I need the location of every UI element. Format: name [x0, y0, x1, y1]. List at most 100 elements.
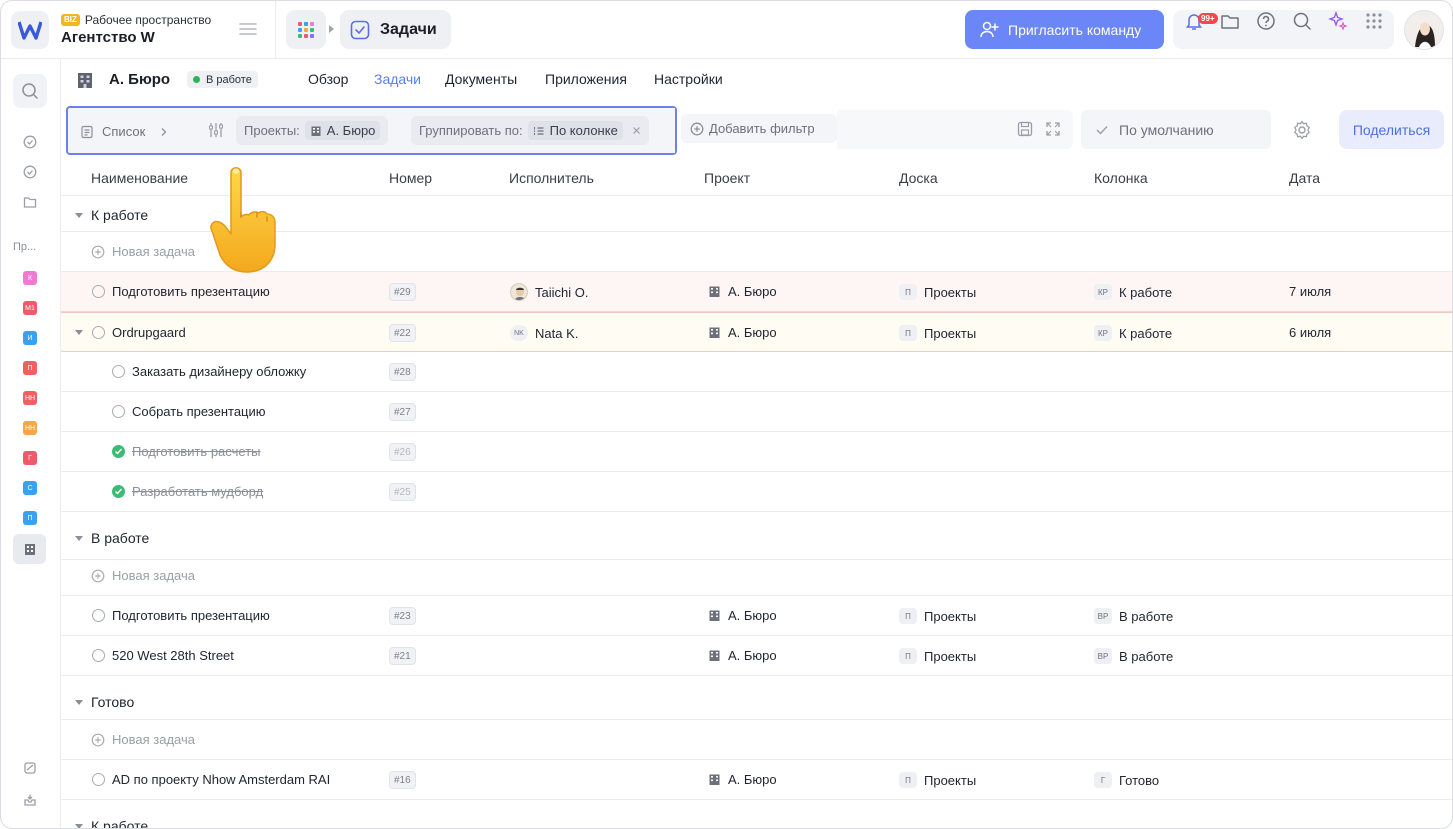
table-row[interactable]: Подготовить презентацию #29 Taiichi O. А…	[61, 272, 1452, 312]
chevron-down-icon[interactable]	[75, 535, 83, 541]
task-name[interactable]: 520 West 28th Street	[112, 648, 234, 663]
board-cell[interactable]: П Проекты	[899, 648, 976, 664]
date-cell[interactable]: 7 июля	[1289, 284, 1331, 299]
projects-filter-chip[interactable]: Проекты: А. Бюро	[236, 116, 389, 145]
table-row[interactable]: 520 West 28th Street #21 А. Бюро П Проек…	[61, 636, 1452, 676]
rail-search-button[interactable]	[13, 74, 47, 108]
project-cell[interactable]: А. Бюро	[708, 325, 777, 340]
table-row[interactable]: Ordrupgaard #22 NK Nata K. А. Бюро П Про…	[61, 312, 1452, 352]
archive-icon[interactable]	[23, 761, 37, 775]
group-header[interactable]: Готово	[61, 676, 1452, 720]
board-cell[interactable]: П Проекты	[899, 284, 976, 300]
date-cell[interactable]: 6 июля	[1289, 325, 1331, 340]
task-name[interactable]: Подготовить презентацию	[112, 284, 270, 299]
gear-icon[interactable]	[1292, 120, 1312, 140]
project-cell[interactable]: А. Бюро	[708, 772, 777, 787]
menu-icon[interactable]	[238, 21, 258, 37]
task-name[interactable]: Подготовить расчеты	[132, 444, 261, 459]
column-cell[interactable]: КР К работе	[1094, 284, 1172, 300]
task-name[interactable]: AD по проекту Nhow Amsterdam RAI	[112, 772, 330, 787]
table-row[interactable]: Подготовить презентацию #23 А. Бюро П Пр…	[61, 596, 1452, 636]
column-header-assignee[interactable]: Исполнитель	[509, 170, 594, 186]
table-row-subtask[interactable]: Подготовить расчеты #26	[61, 432, 1452, 472]
assignee-cell[interactable]: Taiichi O.	[510, 283, 588, 301]
task-status-toggle[interactable]	[112, 365, 125, 378]
workspace-logo[interactable]	[11, 11, 49, 49]
project-cell[interactable]: А. Бюро	[708, 284, 777, 299]
table-row-subtask[interactable]: Заказать дизайнеру обложку #28	[61, 352, 1452, 392]
breadcrumb-current[interactable]: Задачи	[340, 10, 451, 49]
chevron-down-icon[interactable]	[75, 330, 83, 335]
task-status-toggle[interactable]	[92, 285, 105, 298]
done-check-icon[interactable]	[112, 445, 125, 458]
folder-icon[interactable]	[1219, 10, 1241, 32]
task-status-toggle[interactable]	[92, 609, 105, 622]
my-tasks-icon[interactable]	[23, 165, 37, 179]
table-row-subtask[interactable]: Разработать мудборд #25	[61, 472, 1452, 512]
project-p-2[interactable]: П	[23, 511, 37, 525]
apps-grid-button[interactable]	[286, 10, 326, 49]
group-header[interactable]: К работе	[61, 800, 1452, 828]
help-icon[interactable]	[1255, 10, 1277, 32]
workspace-name[interactable]: Агентство W	[61, 29, 155, 46]
new-task-button[interactable]: Новая задача	[91, 244, 195, 259]
task-status-toggle[interactable]	[92, 326, 105, 339]
project-nn[interactable]: НН	[23, 391, 37, 405]
table-row-subtask[interactable]: Собрать презентацию #27	[61, 392, 1452, 432]
board-cell[interactable]: П Проекты	[899, 325, 976, 341]
column-header-name[interactable]: Наименование	[91, 170, 188, 186]
project-k[interactable]: К	[23, 271, 37, 285]
column-cell[interactable]: ВР В работе	[1094, 648, 1173, 664]
folder-icon[interactable]	[23, 195, 37, 209]
view-switcher[interactable]: Список	[76, 116, 176, 147]
column-header-board[interactable]: Доска	[899, 170, 938, 186]
task-name[interactable]: Разработать мудборд	[132, 484, 263, 499]
new-task-row[interactable]: Новая задача	[61, 556, 1452, 596]
done-check-icon[interactable]	[112, 485, 125, 498]
assignee-cell[interactable]: NK Nata K.	[510, 325, 578, 341]
tab-tasks[interactable]: Задачи	[374, 71, 421, 87]
close-icon[interactable]	[632, 126, 641, 135]
tab-settings[interactable]: Настройки	[654, 71, 723, 87]
project-s[interactable]: С	[23, 481, 37, 495]
ai-sparkle-icon[interactable]	[1327, 10, 1349, 32]
more-grid-icon[interactable]	[1363, 10, 1385, 32]
column-cell[interactable]: КР К работе	[1094, 325, 1172, 341]
task-status-toggle[interactable]	[112, 405, 125, 418]
task-status-toggle[interactable]	[92, 773, 105, 786]
column-header-date[interactable]: Дата	[1289, 170, 1320, 186]
task-name[interactable]: Ordrupgaard	[112, 325, 186, 340]
table-row[interactable]: AD по проекту Nhow Amsterdam RAI #16 А. …	[61, 760, 1452, 800]
search-icon[interactable]	[1291, 10, 1313, 32]
filter-sliders-icon[interactable]	[207, 121, 225, 139]
tab-documents[interactable]: Документы	[445, 71, 517, 87]
project-cell[interactable]: А. Бюро	[708, 608, 777, 623]
project-g[interactable]: Г	[23, 451, 37, 465]
tab-apps[interactable]: Приложения	[545, 71, 627, 87]
share-button[interactable]: Поделиться	[1339, 110, 1444, 149]
task-name[interactable]: Собрать презентацию	[132, 404, 266, 419]
column-header-number[interactable]: Номер	[389, 170, 432, 186]
save-icon[interactable]	[1017, 121, 1033, 137]
chevron-down-icon[interactable]	[75, 212, 83, 218]
sort-select[interactable]: По умолчанию	[1081, 110, 1271, 149]
user-avatar[interactable]	[1404, 10, 1444, 50]
status-badge[interactable]: В работе	[187, 71, 258, 88]
column-cell[interactable]: Г Готово	[1094, 772, 1159, 788]
column-header-column[interactable]: Колонка	[1094, 170, 1148, 186]
task-status-toggle[interactable]	[92, 649, 105, 662]
project-a-buro-active[interactable]	[13, 534, 46, 564]
new-task-button[interactable]: Новая задача	[91, 732, 195, 747]
inbox-icon[interactable]	[23, 793, 37, 807]
expand-icon[interactable]	[1045, 121, 1061, 137]
chevron-down-icon[interactable]	[75, 823, 83, 828]
task-name[interactable]: Подготовить презентацию	[112, 608, 270, 623]
project-nn-2[interactable]: НН	[23, 421, 37, 435]
chevron-down-icon[interactable]	[75, 699, 83, 705]
tasks-icon[interactable]	[23, 135, 37, 149]
column-header-project[interactable]: Проект	[704, 170, 750, 186]
project-p[interactable]: П	[23, 361, 37, 375]
board-cell[interactable]: П Проекты	[899, 608, 976, 624]
invite-team-button[interactable]: Пригласить команду	[965, 10, 1164, 49]
project-i[interactable]: И	[23, 331, 37, 345]
